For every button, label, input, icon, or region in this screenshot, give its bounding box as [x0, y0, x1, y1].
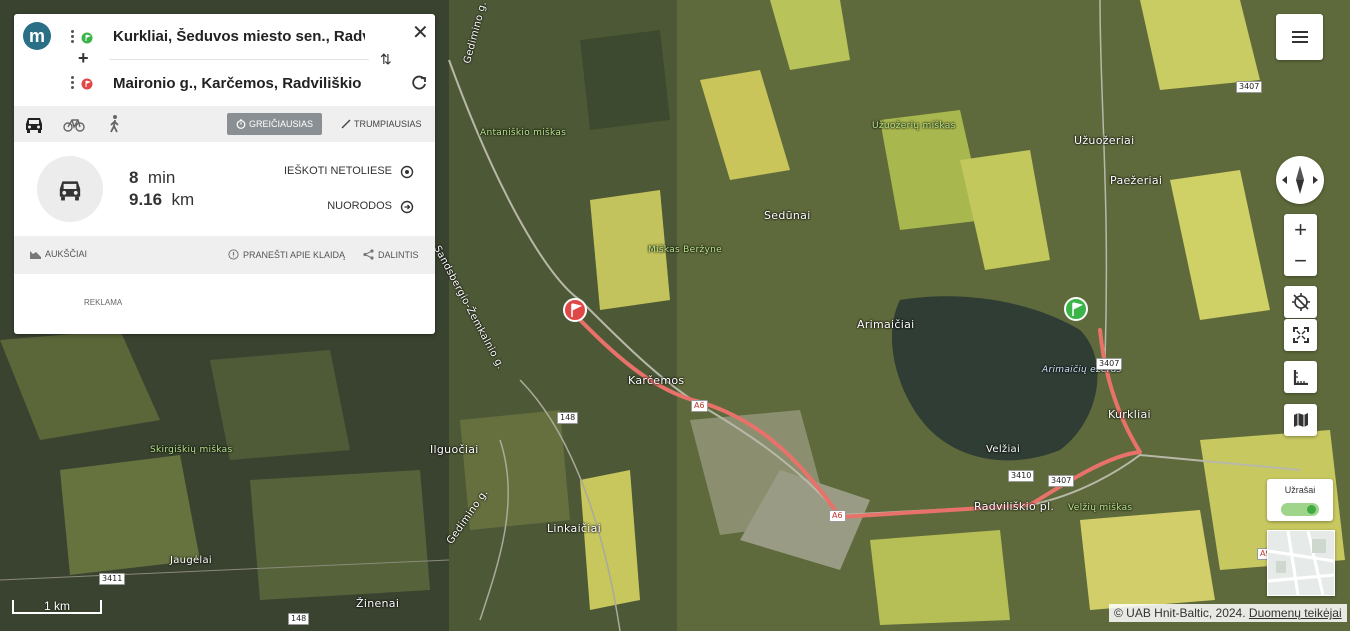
origin-marker — [1064, 297, 1088, 321]
map-label: Paežeriai — [1110, 174, 1163, 187]
map-label: Sedūnai — [764, 209, 811, 222]
map-label: Karčemos — [628, 374, 685, 387]
origin-input[interactable]: Kurkliai, Šeduvos miesto sen., Radvilišk… — [113, 28, 365, 45]
zoom-in-button[interactable]: + — [1284, 214, 1317, 245]
alert-icon — [228, 249, 239, 260]
drag-handle-icon[interactable] — [71, 30, 74, 43]
ad-label: REKLAMA — [84, 298, 123, 307]
route-distance: 9.16 km — [129, 190, 195, 209]
route-mode-badge — [37, 156, 103, 222]
road-shield: A6 — [829, 510, 846, 522]
map-label: Užuožeriai — [1074, 134, 1135, 147]
close-icon[interactable]: ✕ — [412, 20, 429, 45]
shortest-route-label: TRUMPIAUSIAS — [354, 119, 422, 129]
fastest-route-button[interactable]: GREIČIAUSIAS — [227, 113, 323, 135]
route-panel: m Kurkliai, Šeduvos miesto sen., Radvili… — [14, 14, 435, 334]
map-label: Miškas Beržyne — [648, 245, 722, 255]
shortest-route-button[interactable]: TRUMPIAUSIAS — [337, 113, 426, 135]
reverse-route-icon[interactable] — [410, 74, 428, 92]
destination-pin-icon — [81, 78, 93, 90]
ruler-icon — [1293, 370, 1308, 385]
road-shield: 148 — [288, 613, 310, 625]
attribution: © UAB Hnit-Baltic, 2024. Duomenų teikėja… — [1109, 604, 1347, 622]
map-layers-button[interactable] — [1284, 404, 1317, 436]
map-label: Radviliškio pl. — [974, 500, 1055, 513]
map-label: Jaugėlai — [170, 555, 212, 566]
zoom-control: + − — [1284, 214, 1317, 276]
map-scale: 1 km — [12, 600, 102, 614]
labels-toggle-switch[interactable] — [1281, 503, 1319, 516]
fastest-route-label: GREIČIAUSIAS — [249, 119, 314, 129]
car-icon[interactable] — [23, 114, 45, 134]
menu-button[interactable] — [1276, 14, 1323, 60]
search-nearby-link[interactable]: IEŠKOTI NETOLIESE — [284, 165, 392, 177]
map-label: Antaniškio miškas — [480, 128, 567, 138]
add-stop-button[interactable]: + — [78, 48, 89, 69]
report-error-button[interactable]: PRANEŠTI APIE KLAIDĄ — [228, 249, 345, 260]
map-label: Velžių miškas — [1068, 503, 1133, 513]
road-shield: 3407 — [1236, 81, 1263, 93]
map-label: Velžiai — [986, 444, 1021, 455]
ruler-diagonal-icon — [341, 119, 351, 129]
stopwatch-icon — [236, 119, 246, 129]
road-shield: 3407 — [1096, 358, 1123, 370]
map-label: Kurkliai — [1108, 408, 1151, 421]
labels-toggle-control[interactable]: Užrašai — [1267, 479, 1333, 521]
walk-icon[interactable] — [104, 114, 126, 134]
location-off-button[interactable] — [1284, 286, 1317, 318]
fullscreen-button[interactable] — [1284, 319, 1317, 351]
compass-icon — [1282, 166, 1318, 194]
road-shield: 148 — [557, 412, 579, 424]
measure-button[interactable] — [1284, 361, 1317, 393]
target-icon[interactable] — [400, 165, 414, 179]
map-label: Užuožerių miškas — [872, 121, 956, 131]
road-shield: 3410 — [1008, 470, 1035, 482]
map-label: Skirgiškių miškas — [150, 445, 233, 455]
fullscreen-icon — [1292, 327, 1309, 343]
road-shield: 3411 — [99, 573, 126, 585]
map-label: Arimaičiai — [857, 318, 915, 331]
swap-icon[interactable]: ⇅ — [380, 51, 392, 68]
map-icon — [1293, 413, 1308, 427]
destination-marker — [563, 298, 587, 322]
route-time: 8 min — [129, 168, 176, 187]
labels-toggle-label: Užrašai — [1284, 485, 1316, 495]
location-off-icon — [1291, 293, 1310, 311]
directions-link[interactable]: NUORODOS — [327, 200, 392, 212]
road-shield: A6 — [691, 400, 708, 412]
route-actions-bar: AUKŠČIAI PRANEŠTI APIE KLAIDĄ DALINTIS — [14, 236, 435, 274]
data-providers-link[interactable]: Duomenų teikėjai — [1249, 606, 1342, 620]
drag-handle-icon[interactable] — [71, 76, 74, 89]
share-icon — [363, 249, 374, 260]
directions-icon[interactable] — [400, 200, 414, 214]
zoom-out-button[interactable]: − — [1284, 245, 1317, 276]
app-logo[interactable]: m — [23, 22, 51, 50]
car-icon — [59, 181, 81, 201]
road-shield: 3407 — [1048, 475, 1075, 487]
divider — [109, 59, 369, 60]
share-button[interactable]: DALINTIS — [363, 249, 419, 260]
transport-mode-bar: GREIČIAUSIAS TRUMPIAUSIAS — [14, 106, 435, 142]
bicycle-icon[interactable] — [63, 114, 85, 134]
compass-control[interactable] — [1276, 156, 1324, 204]
hamburger-icon — [1291, 31, 1308, 43]
street-map-thumbnail — [1268, 531, 1334, 595]
map-label: Linkaičiai — [547, 522, 602, 535]
destination-input[interactable]: Maironio g., Karčemos, Radviliškio sen., — [113, 75, 365, 92]
elevation-button[interactable]: AUKŠČIAI — [30, 249, 87, 259]
mountain-icon — [30, 250, 41, 259]
map-label: Žinenai — [356, 597, 400, 610]
map-label: Ilguočiai — [430, 443, 479, 456]
basemap-switcher-thumbnail[interactable] — [1267, 530, 1335, 596]
origin-pin-icon — [81, 32, 93, 44]
